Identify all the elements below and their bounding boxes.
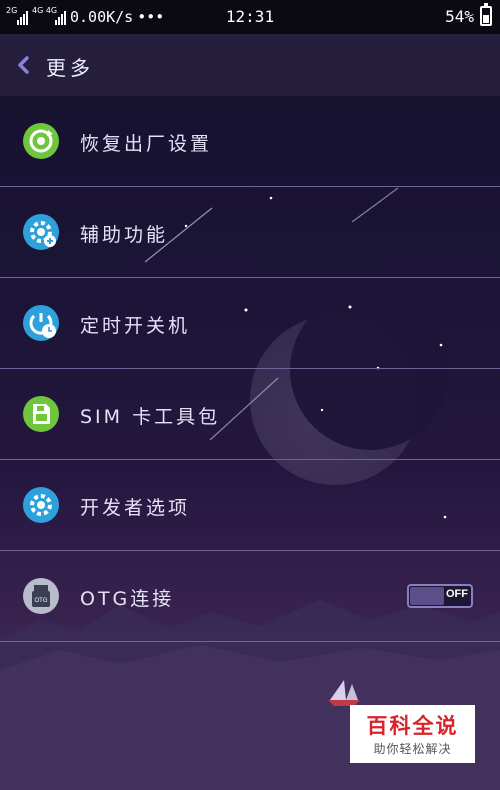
menu-label: 开发者选项 (80, 497, 191, 519)
watermark-subtitle: 助你轻松解决 (373, 742, 452, 756)
page-title: 更多 (46, 56, 94, 80)
menu-item-sim-toolkit[interactable]: SIM 卡工具包 (0, 369, 500, 460)
battery-icon (480, 3, 492, 26)
factory-reset-icon (22, 122, 60, 160)
sim-toolkit-icon (22, 395, 60, 433)
scheduled-power-icon (22, 304, 60, 342)
svg-text:OTG: OTG (35, 598, 48, 604)
status-right: 54% (445, 3, 492, 26)
toggle-knob (410, 587, 444, 605)
menu-label: 恢复出厂设置 (80, 133, 213, 155)
watermark-logo: 百科全说 助你轻松解决 (350, 705, 475, 763)
menu-item-accessibility[interactable]: 辅助功能 (0, 187, 500, 278)
menu-label: 定时开关机 (80, 315, 191, 337)
otg-usb-icon: OTG (22, 577, 60, 615)
menu-item-scheduled-power[interactable]: 定时开关机 (0, 278, 500, 369)
back-chevron-icon[interactable] (14, 52, 32, 78)
otg-toggle-switch[interactable]: OFF (407, 584, 473, 608)
watermark-title: 百科全说 (366, 714, 459, 738)
menu-item-otg: OTG OTG连接 OFF (0, 551, 500, 642)
toggle-state: OFF (446, 588, 468, 600)
settings-list: 恢复出厂设置 辅助功能 定时开关机 SIM 卡工具包 开发者选项 OTG OTG… (0, 96, 500, 642)
menu-label: OTG连接 (80, 588, 175, 610)
clock: 12:31 (225, 7, 275, 26)
accessibility-gear-icon (22, 213, 60, 251)
developer-gear-icon (22, 486, 60, 524)
battery-percent: 54% (445, 6, 474, 26)
menu-label: 辅助功能 (80, 224, 169, 246)
status-bar: 2G 4G 4G 0.00K/s ••• 12:31 54% (0, 0, 500, 34)
menu-item-developer-options[interactable]: 开发者选项 (0, 460, 500, 551)
menu-item-factory-reset[interactable]: 恢复出厂设置 (0, 96, 500, 187)
menu-label: SIM 卡工具包 (80, 406, 221, 428)
top-app-bar: 更多 (0, 34, 500, 96)
